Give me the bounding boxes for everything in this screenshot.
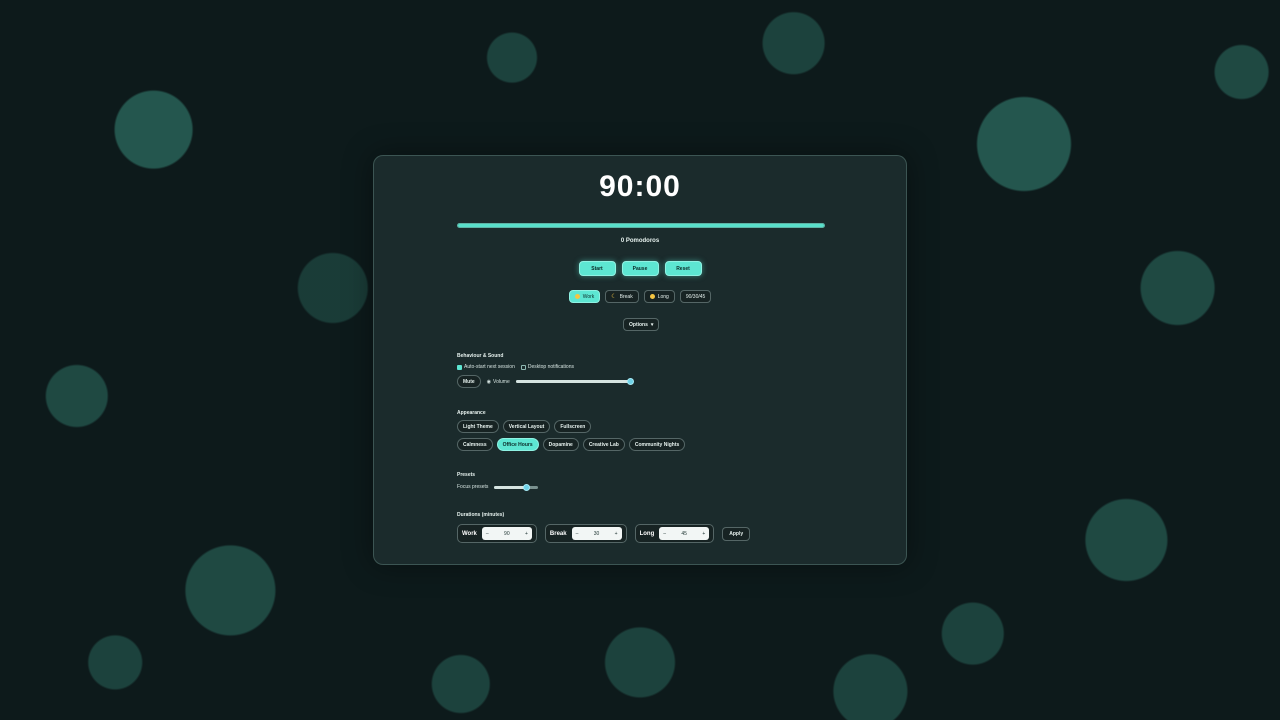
plus-icon[interactable]: +: [615, 531, 618, 537]
work-duration-group: Work – 90 +: [457, 524, 537, 543]
fullscreen-toggle[interactable]: Fullscreen: [554, 420, 592, 433]
focus-presets-label: Focus presets: [457, 484, 489, 490]
checkbox-unchecked-icon: [520, 364, 526, 370]
durations-row: Work – 90 + Break – 30 + Long – 45 + App…: [457, 524, 751, 543]
break-duration-label: Break: [549, 530, 567, 537]
presets-section-title: Presets: [457, 472, 476, 478]
theme-dopamine[interactable]: Dopamine: [542, 438, 579, 451]
focus-presets-slider-thumb[interactable]: [523, 483, 531, 491]
volume-slider-thumb[interactable]: [626, 378, 634, 385]
mode-long-button[interactable]: Long: [643, 290, 675, 303]
auto-start-checkbox[interactable]: Auto-start next session: [457, 364, 515, 370]
appearance-toggles: Light Theme Vertical Layout Fullscreen: [457, 420, 592, 433]
timer-display: 90:00: [599, 170, 681, 203]
focus-presets-slider[interactable]: [494, 483, 539, 491]
durations-section-title: Durations (minutes): [457, 512, 505, 518]
desktop-notifications-label: Desktop notifications: [527, 364, 574, 370]
checkbox-checked-icon: [457, 364, 462, 370]
sun-icon: [574, 294, 580, 299]
presets-row: Focus presets: [457, 483, 539, 491]
mute-button[interactable]: Mute: [457, 375, 481, 388]
theme-chips: Calmness Office Hours Dopamine Creative …: [457, 438, 686, 451]
theme-community-nights[interactable]: Community Nights: [628, 438, 686, 451]
theme-creative-lab[interactable]: Creative Lab: [582, 438, 625, 451]
plus-icon[interactable]: +: [702, 531, 705, 537]
pause-button[interactable]: Pause: [621, 261, 659, 276]
options-label: Options: [629, 321, 648, 328]
long-duration-label: Long: [639, 530, 655, 537]
light-theme-toggle[interactable]: Light Theme: [457, 420, 499, 433]
desktop-notifications-checkbox[interactable]: Desktop notifications: [520, 364, 574, 370]
break-duration-stepper[interactable]: – 30 +: [571, 527, 622, 540]
timer-controls: Start Pause Reset: [374, 261, 906, 276]
appearance-section-title: Appearance: [457, 410, 486, 416]
sun-icon: [649, 294, 655, 299]
timer-panel: 90:00 0 Pomodoros Start Pause Reset Work…: [373, 155, 907, 565]
mode-break-button[interactable]: ☾ Break: [605, 290, 639, 303]
volume-label-group: ◉ Volume: [487, 379, 510, 385]
chevron-down-icon: ▾: [650, 321, 654, 328]
long-duration-stepper[interactable]: – 45 +: [659, 527, 710, 540]
vertical-layout-toggle[interactable]: Vertical Layout: [502, 420, 551, 433]
work-duration-stepper[interactable]: – 90 +: [481, 527, 532, 540]
options-button[interactable]: Options ▾: [623, 318, 660, 331]
minus-icon[interactable]: –: [663, 531, 666, 537]
speaker-icon: ◉: [486, 378, 492, 385]
session-progress-bar: [457, 223, 825, 228]
mode-selector: Work ☾ Break Long 90/30/45: [374, 290, 906, 303]
apply-button[interactable]: Apply: [722, 526, 751, 541]
long-duration-value[interactable]: 45: [681, 531, 687, 537]
minus-icon[interactable]: –: [486, 531, 489, 537]
work-duration-value[interactable]: 90: [504, 531, 510, 537]
mode-long-label: Long: [657, 293, 669, 300]
preset-indicator[interactable]: 90/30/45: [679, 290, 712, 303]
volume-slider-fill: [515, 380, 633, 383]
pomodoro-count: 0 Pomodoros: [620, 238, 660, 244]
theme-calmness[interactable]: Calmness: [457, 438, 493, 451]
volume-slider[interactable]: [515, 378, 634, 385]
moon-icon: ☾: [611, 294, 617, 300]
behaviour-section-title: Behaviour & Sound: [457, 353, 504, 359]
minus-icon[interactable]: –: [576, 531, 579, 537]
break-duration-value[interactable]: 30: [594, 531, 600, 537]
start-button[interactable]: Start: [578, 261, 616, 276]
mode-break-label: Break: [619, 293, 633, 300]
long-duration-group: Long – 45 +: [634, 524, 715, 543]
mode-work-button[interactable]: Work: [568, 290, 601, 303]
work-duration-label: Work: [462, 530, 477, 537]
reset-button[interactable]: Reset: [664, 261, 702, 276]
theme-office-hours[interactable]: Office Hours: [496, 438, 539, 451]
sound-controls: Mute ◉ Volume: [457, 375, 634, 388]
auto-start-label: Auto-start next session: [464, 364, 515, 370]
preset-label: 90/30/45: [685, 293, 706, 300]
break-duration-group: Break – 30 +: [544, 524, 627, 543]
plus-icon[interactable]: +: [525, 531, 528, 537]
session-progress-fill: [458, 224, 824, 227]
mode-work-label: Work: [582, 293, 595, 300]
volume-label: Volume: [493, 378, 510, 385]
behaviour-checkboxes: Auto-start next session Desktop notifica…: [457, 364, 574, 370]
